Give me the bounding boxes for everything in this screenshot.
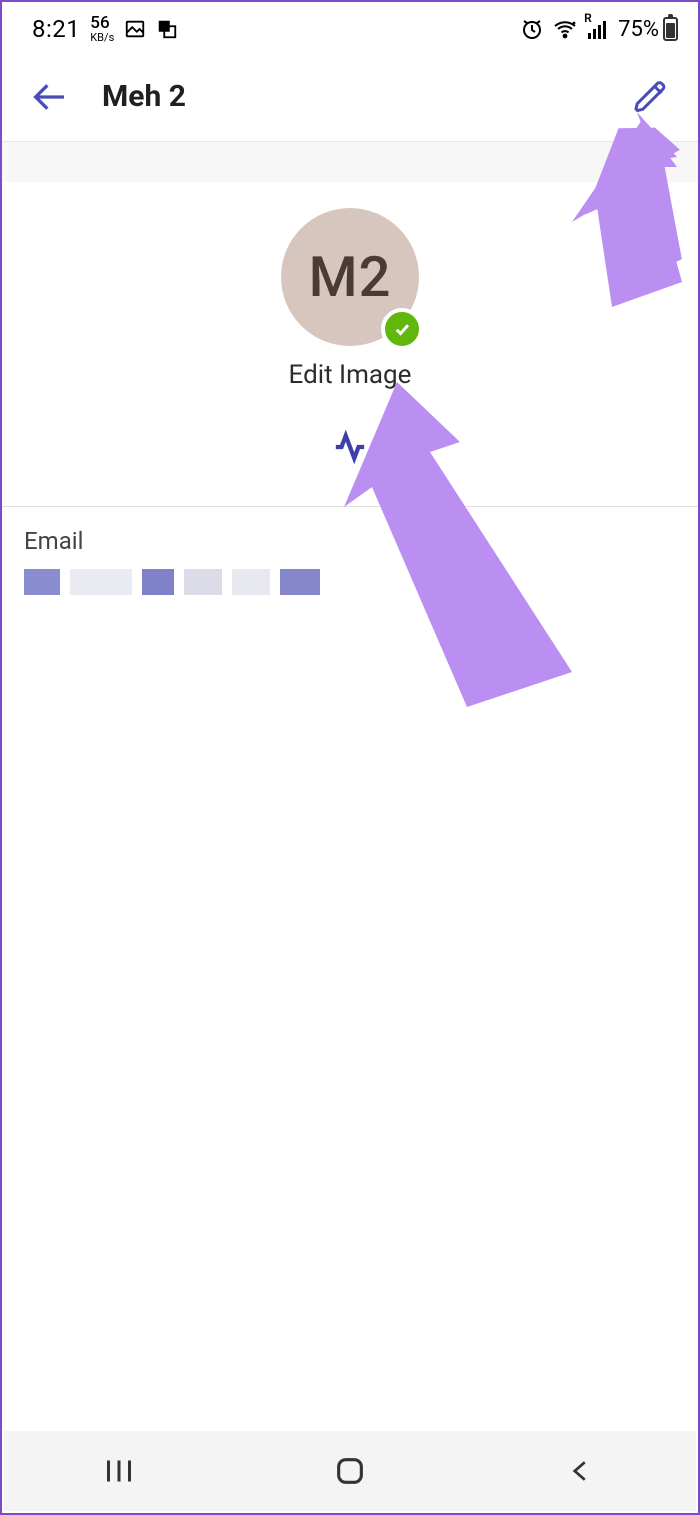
status-right: R 75% (520, 17, 678, 42)
check-icon (393, 320, 411, 338)
page-title: Meh 2 (102, 79, 186, 114)
picture-icon (124, 18, 146, 40)
pencil-icon (633, 79, 669, 115)
battery-percent: 75% (618, 17, 659, 42)
back-button[interactable] (26, 74, 72, 120)
activity-row (333, 430, 367, 468)
system-nav-bar (4, 1431, 696, 1511)
redact-block (232, 569, 270, 595)
email-value-redacted[interactable] (24, 569, 676, 595)
redact-block (70, 569, 132, 595)
network-speed: 56 KB/s (90, 15, 114, 43)
nav-back[interactable] (541, 1441, 621, 1501)
wifi-icon (552, 17, 578, 41)
redact-block (184, 569, 222, 595)
status-left: 8:21 56 KB/s (32, 15, 178, 43)
avatar[interactable]: M2 (281, 208, 419, 346)
edit-image-link[interactable]: Edit Image (289, 360, 412, 390)
email-label: Email (24, 527, 676, 555)
screenshot-icon (156, 18, 178, 40)
nav-home[interactable] (310, 1441, 390, 1501)
alarm-icon (520, 17, 544, 41)
activity-icon[interactable] (333, 430, 367, 468)
chevron-left-icon (566, 1456, 596, 1486)
nav-recents[interactable] (79, 1441, 159, 1501)
network-speed-value: 56 (90, 15, 114, 32)
edit-button[interactable] (628, 74, 674, 120)
recents-icon (101, 1453, 137, 1489)
arrow-left-icon (29, 77, 69, 117)
avatar-initials: M2 (309, 244, 392, 310)
status-bar: 8:21 56 KB/s R 75% (2, 2, 698, 52)
redact-block (280, 569, 320, 595)
redact-block (24, 569, 60, 595)
redact-block (142, 569, 174, 595)
signal-icon: R (586, 17, 610, 41)
battery-icon (663, 17, 678, 41)
network-speed-unit: KB/s (90, 32, 114, 43)
presence-available-icon (381, 308, 423, 350)
status-time: 8:21 (32, 15, 80, 43)
home-icon (333, 1454, 367, 1488)
signal-roaming-label: R (584, 11, 592, 25)
email-section: Email (2, 507, 698, 655)
profile-gap (2, 142, 698, 182)
app-header: Meh 2 (2, 52, 698, 142)
profile-card: M2 Edit Image (2, 182, 698, 506)
battery-indicator: 75% (618, 17, 678, 42)
